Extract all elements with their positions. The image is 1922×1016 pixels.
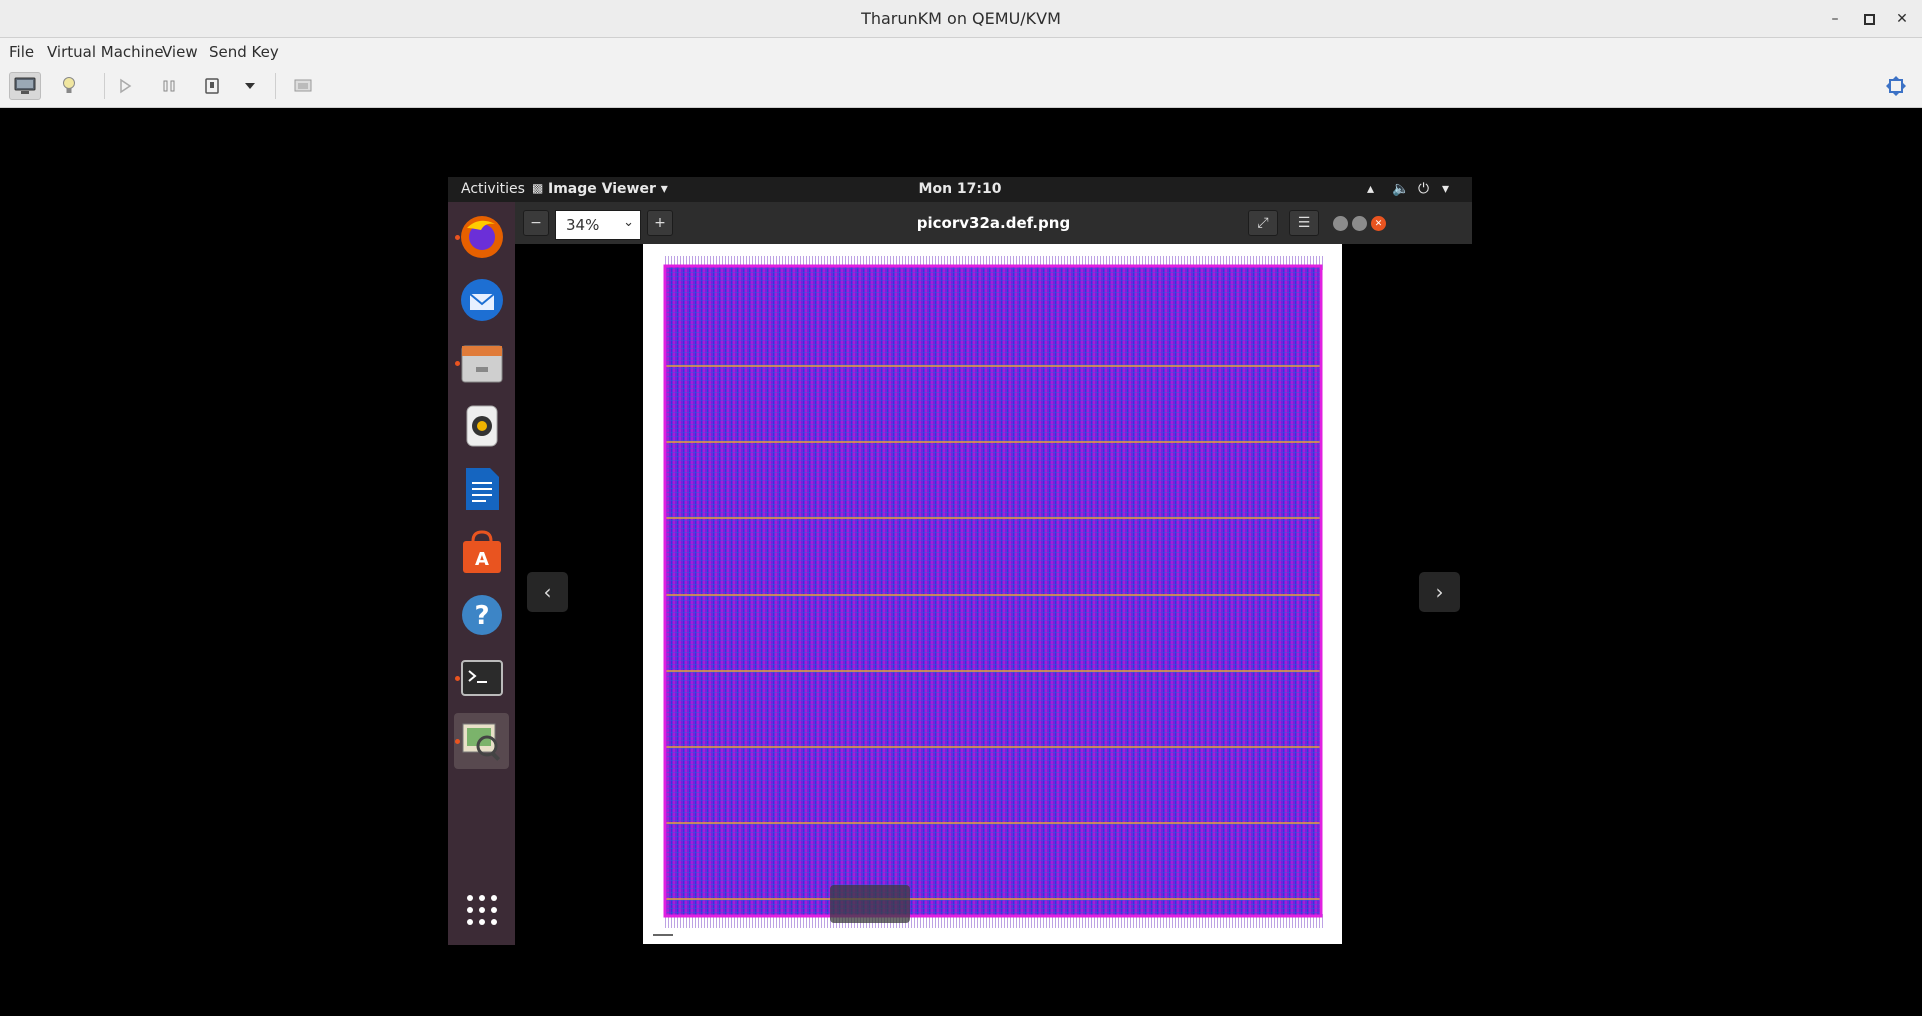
svg-text:A: A bbox=[475, 549, 489, 570]
libreoffice-writer-launcher[interactable] bbox=[454, 461, 509, 517]
close-icon[interactable]: ✕ bbox=[1889, 6, 1915, 32]
libreoffice-writer-icon bbox=[465, 468, 499, 510]
terminal-launcher[interactable] bbox=[454, 650, 509, 706]
ubuntu-software-launcher[interactable]: A bbox=[454, 524, 509, 580]
fullscreen-toggle-button[interactable]: ⤢ bbox=[1248, 210, 1278, 236]
image-viewer-headerbar: − 34% ⌄ + picorv32a.def.png ⤢ ☰ ✕ bbox=[515, 202, 1472, 245]
chevron-down-icon bbox=[245, 83, 255, 89]
power-menu-icon[interactable]: ⏻ bbox=[1418, 181, 1429, 197]
svg-text:?: ? bbox=[474, 601, 489, 631]
show-applications-button[interactable] bbox=[454, 882, 509, 938]
running-indicator bbox=[455, 361, 460, 366]
running-indicator bbox=[455, 235, 460, 240]
previous-image-button[interactable]: ‹ bbox=[527, 572, 568, 612]
system-menu-chevron-down-icon[interactable]: ▾ bbox=[1442, 181, 1449, 197]
host-titlebar: TharunKM on QEMU/KVM – ✕ bbox=[0, 0, 1922, 38]
running-indicator bbox=[455, 676, 460, 681]
lightbulb-icon bbox=[63, 77, 75, 93]
vm-display[interactable]: Activities ▩ Image Viewer ▾ Mon 17:10 ▴ … bbox=[448, 177, 1472, 945]
play-icon bbox=[120, 78, 132, 94]
chevron-left-icon: ‹ bbox=[543, 580, 552, 604]
hamburger-icon: ☰ bbox=[1297, 215, 1311, 231]
fullscreen-icon bbox=[1886, 76, 1906, 96]
files-icon bbox=[461, 345, 502, 383]
expand-icon: ⤢ bbox=[1257, 215, 1269, 231]
run-button[interactable] bbox=[109, 72, 141, 100]
volume-icon[interactable]: 🔈 bbox=[1392, 181, 1409, 197]
details-view-button[interactable] bbox=[53, 72, 85, 100]
window-minimize-button[interactable] bbox=[1333, 216, 1348, 231]
ubuntu-software-icon: A bbox=[462, 530, 501, 573]
menu-send-key[interactable]: Send Key bbox=[209, 43, 279, 61]
maximize-icon[interactable] bbox=[1856, 6, 1882, 32]
menu-file[interactable]: File bbox=[9, 43, 34, 61]
fullscreen-button[interactable] bbox=[1880, 72, 1912, 100]
firefox-launcher[interactable] bbox=[454, 209, 509, 265]
scale-bar bbox=[653, 934, 673, 936]
window-close-button[interactable]: ✕ bbox=[1371, 216, 1386, 231]
host-menubar: File Virtual Machine View Send Key bbox=[0, 38, 1922, 65]
host-toolbar bbox=[0, 65, 1922, 108]
files-launcher[interactable] bbox=[454, 335, 509, 391]
hamburger-menu-button[interactable]: ☰ bbox=[1289, 210, 1319, 236]
host-window-title: TharunKM on QEMU/KVM bbox=[861, 9, 1061, 28]
image-canvas[interactable]: ‹ › bbox=[515, 244, 1472, 945]
thunderbird-launcher[interactable] bbox=[454, 272, 509, 328]
rhythmbox-launcher[interactable] bbox=[454, 398, 509, 454]
shutdown-button[interactable] bbox=[196, 72, 228, 100]
pause-icon bbox=[163, 80, 175, 92]
ubuntu-dock: A ? bbox=[448, 202, 515, 945]
image-nav-overlay[interactable] bbox=[830, 885, 910, 923]
next-image-button[interactable]: › bbox=[1419, 572, 1460, 612]
menu-view[interactable]: View bbox=[162, 43, 198, 61]
window-title: picorv32a.def.png bbox=[916, 214, 1071, 232]
console-view-button[interactable] bbox=[9, 72, 41, 100]
rhythmbox-icon bbox=[466, 405, 497, 447]
window-maximize-button[interactable] bbox=[1352, 216, 1367, 231]
running-indicator bbox=[455, 739, 460, 744]
chevron-right-icon: › bbox=[1435, 580, 1444, 604]
image-viewer-icon bbox=[462, 723, 500, 761]
help-launcher[interactable]: ? bbox=[454, 587, 509, 643]
network-icon[interactable]: ▴ bbox=[1367, 181, 1374, 197]
layout-image bbox=[663, 256, 1323, 928]
image-viewer-launcher[interactable] bbox=[454, 713, 509, 769]
thunderbird-icon bbox=[460, 279, 503, 321]
menu-virtual-machine[interactable]: Virtual Machine bbox=[47, 43, 164, 61]
terminal-icon bbox=[460, 660, 503, 696]
snapshots-button[interactable] bbox=[288, 72, 320, 100]
firefox-icon bbox=[460, 216, 503, 258]
monitor-icon bbox=[14, 77, 36, 94]
shutdown-menu-button[interactable] bbox=[234, 72, 266, 100]
grid-icon bbox=[466, 895, 497, 925]
minimize-icon[interactable]: – bbox=[1822, 6, 1848, 32]
clock[interactable]: Mon 17:10 bbox=[448, 181, 1472, 197]
help-icon: ? bbox=[461, 595, 502, 635]
snapshot-icon bbox=[294, 79, 312, 92]
power-icon bbox=[205, 78, 219, 94]
gnome-topbar: Activities ▩ Image Viewer ▾ Mon 17:10 ▴ … bbox=[448, 177, 1472, 202]
displayed-image bbox=[643, 244, 1342, 944]
pause-button[interactable] bbox=[153, 72, 185, 100]
